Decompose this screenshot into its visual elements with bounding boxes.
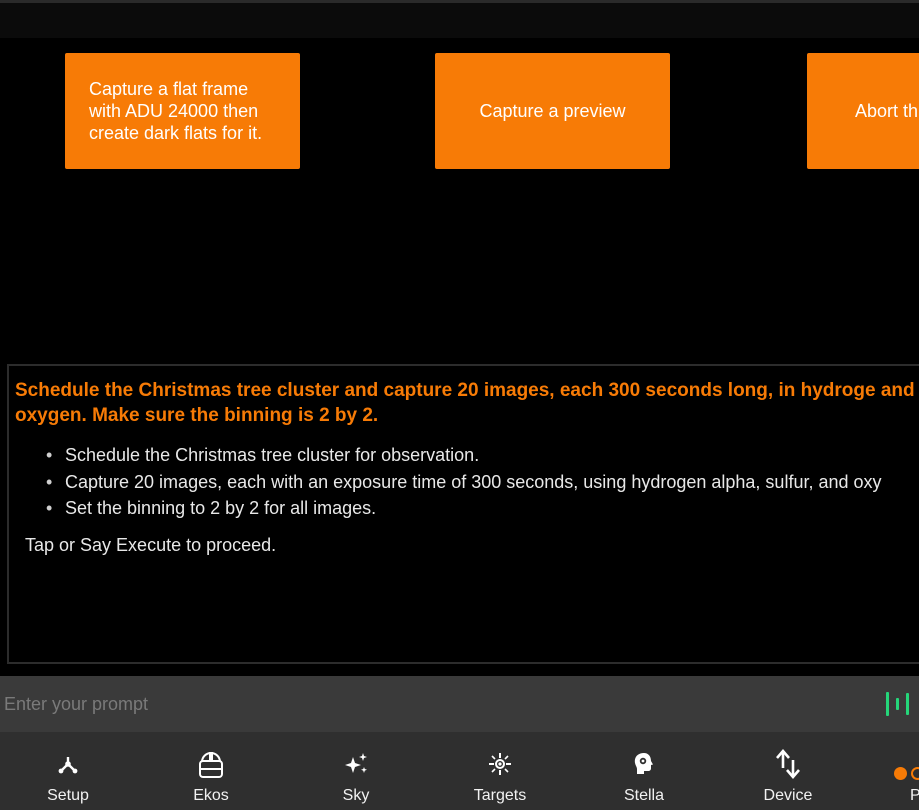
voice-wave-icon[interactable]	[886, 692, 909, 716]
suggestion-flat-frame-button[interactable]: Capture a flat frame with ADU 24000 then…	[65, 53, 300, 169]
nav-item-ekos[interactable]: Ekos	[161, 732, 261, 810]
list-item-text: Schedule the Christmas tree cluster for …	[65, 445, 480, 465]
execute-hint[interactable]: Tap or Say Execute to proceed.	[25, 534, 276, 556]
nav-item-stella[interactable]: Stella	[594, 732, 694, 810]
suggestion-abort-button[interactable]: Abort th	[807, 53, 919, 169]
nav-label: Sky	[342, 787, 370, 804]
suggestion-label: Abort th	[855, 101, 919, 121]
suggestion-preview-button[interactable]: Capture a preview	[435, 53, 670, 169]
stella-head-icon	[628, 748, 660, 780]
sky-sparkle-icon	[340, 748, 372, 780]
list-item: • Capture 20 images, each with an exposur…	[46, 471, 882, 492]
nav-item-device[interactable]: Device	[738, 732, 838, 810]
response-title: Schedule the Christmas tree cluster and …	[15, 380, 915, 426]
list-item: • Set the binning to 2 by 2 for all image…	[46, 498, 377, 518]
nav-label: Ekos	[193, 787, 229, 804]
nav-label: Targets	[473, 787, 527, 804]
prompt-bar	[0, 676, 919, 732]
nav-item-partial[interactable]: P	[892, 732, 919, 810]
device-arrows-icon	[772, 748, 804, 780]
nav-item-targets[interactable]: Targets	[450, 732, 550, 810]
nav-item-setup[interactable]: Setup	[18, 732, 118, 810]
response-steps-list: • Schedule the Christmas tree cluster for…	[27, 442, 919, 522]
status-dots-icon	[894, 767, 919, 780]
setup-icon	[52, 748, 84, 780]
assistant-response-panel: Schedule the Christmas tree cluster and …	[7, 364, 919, 664]
suggestion-label: Capture a preview	[479, 101, 626, 121]
targets-icon	[484, 748, 516, 780]
top-bar	[0, 0, 919, 38]
nav-label: Stella	[623, 787, 665, 804]
nav-label: P	[910, 787, 919, 804]
nav-label: Device	[763, 787, 813, 804]
list-item-text: Set the binning to 2 by 2 for all images…	[65, 498, 377, 518]
ekos-icon	[195, 748, 227, 780]
prompt-input[interactable]	[0, 676, 860, 732]
app-root: Capture a flat frame with ADU 24000 then…	[0, 0, 919, 810]
suggestion-label: Capture a flat frame with ADU 24000 then…	[89, 79, 263, 143]
list-item: • Schedule the Christmas tree cluster for…	[46, 445, 480, 465]
nav-item-sky[interactable]: Sky	[306, 732, 406, 810]
nav-label: Setup	[47, 787, 89, 804]
bottom-nav: Setup Ekos Sky Targets Stella Device P	[0, 732, 919, 810]
list-item-text: Capture 20 images, each with an exposure…	[65, 471, 882, 492]
